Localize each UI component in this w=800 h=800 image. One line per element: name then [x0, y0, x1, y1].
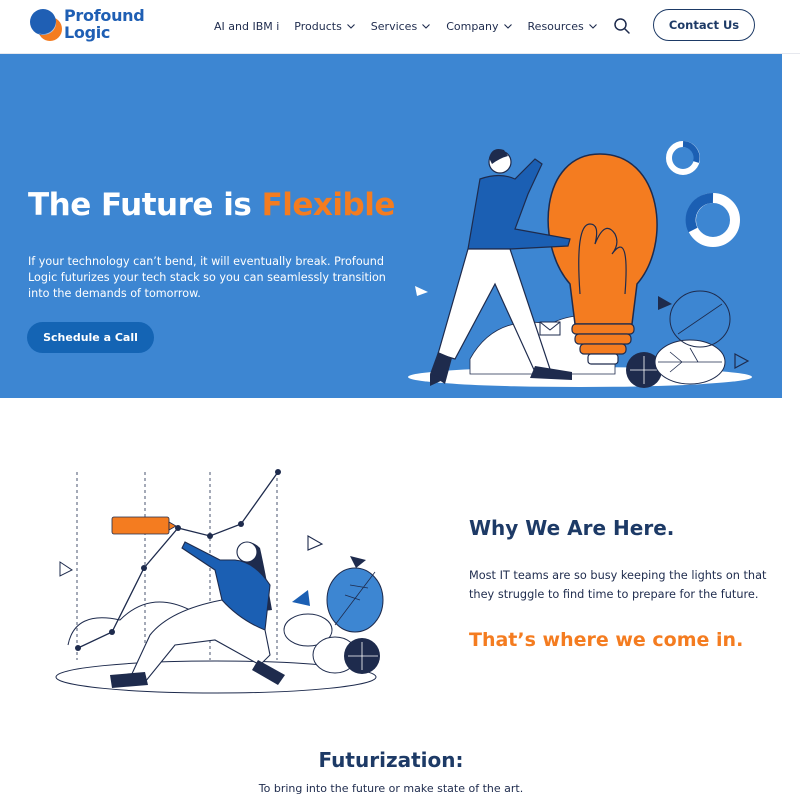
nav-item-label: AI and IBM i: [214, 19, 280, 33]
hero-title: The Future is Flexible: [28, 187, 395, 223]
chevron-down-icon: [422, 24, 431, 29]
nav-item-services[interactable]: Services: [371, 17, 431, 35]
hero-title-accent: Flexible: [261, 187, 396, 223]
nav-item-resources[interactable]: Resources: [528, 17, 598, 35]
why-section-text: Most IT teams are so busy keeping the li…: [469, 569, 767, 601]
chevron-down-icon: [346, 24, 355, 29]
chevron-down-icon: [503, 24, 512, 29]
page-scrollbar[interactable]: [782, 54, 800, 800]
nav-item-products[interactable]: Products: [294, 17, 356, 35]
futurization-title: Futurization:: [318, 748, 464, 772]
profound-logic-logo[interactable]: Profound Logic: [28, 7, 145, 45]
nav-item-company[interactable]: Company: [446, 17, 512, 35]
logo-line-2: Logic: [64, 23, 111, 42]
logo-line-1: Profound: [64, 6, 145, 25]
search-icon[interactable]: [612, 16, 632, 36]
nav-item-label: Services: [370, 19, 418, 33]
main-nav: AI and IBM i Products Services Company R…: [214, 17, 613, 35]
chevron-down-icon: [588, 24, 597, 29]
futurization-definition: To bring into the future or make state o…: [258, 782, 524, 795]
lightbulb-illustration: [408, 141, 752, 388]
schedule-call-button[interactable]: Schedule a Call: [27, 322, 154, 353]
logo-mark-icon: [30, 9, 62, 41]
hero-section: The Future is Flexible If your technolog…: [0, 54, 800, 398]
site-header: Profound Logic AI and IBM i Products Ser…: [0, 0, 800, 54]
nav-item-ai-ibm-i[interactable]: AI and IBM i: [214, 17, 279, 35]
growth-chart-illustration: [55, 469, 384, 694]
hero-description: If your technology can’t bend, it will e…: [28, 255, 386, 300]
why-section-title: Why We Are Here.: [469, 516, 675, 540]
nav-item-label: Resources: [527, 19, 584, 33]
why-section-accent: That’s where we come in.: [469, 629, 744, 651]
nav-item-label: Company: [446, 19, 499, 33]
contact-us-button[interactable]: Contact Us: [653, 9, 755, 41]
logo-text: Profound Logic: [64, 6, 145, 42]
nav-item-label: Products: [294, 19, 342, 33]
hero-title-prefix: The Future is: [28, 187, 262, 223]
